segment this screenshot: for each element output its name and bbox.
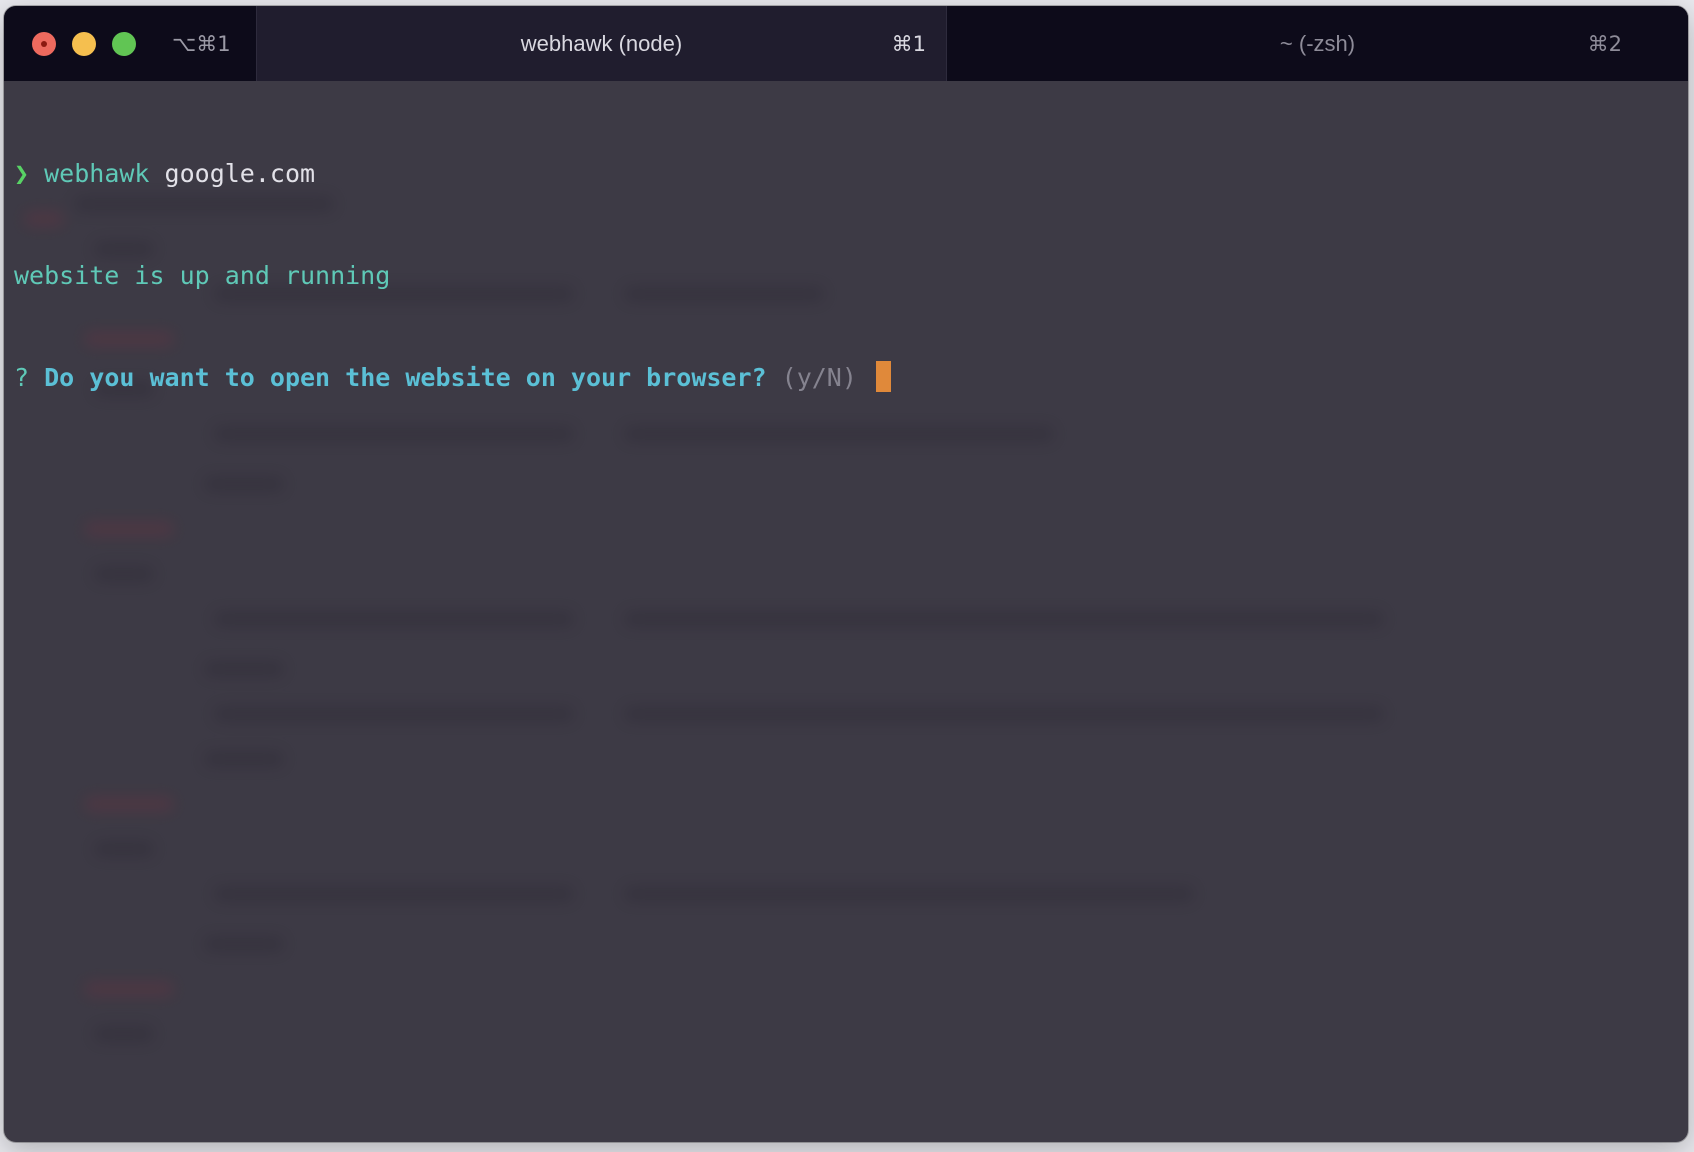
terminal-output[interactable]: ❯ webhawk google.com website is up and r… — [4, 81, 1688, 1142]
terminal-window: ⌥⌘1 webhawk (node) ⌘1 ~ (-zsh) ⌘2 ❯ webh… — [4, 6, 1688, 1142]
command-name: webhawk — [44, 159, 150, 188]
question-text: Do you want to open the website on your … — [44, 363, 767, 392]
window-shortcut-label: ⌥⌘1 — [172, 31, 231, 56]
tab-shortcut: ⌘1 — [891, 31, 926, 56]
command-argument: google.com — [164, 159, 316, 188]
question-mark: ? — [14, 363, 30, 392]
output-line: website is up and running — [14, 259, 1688, 293]
tab-shortcut: ⌘2 — [1587, 31, 1622, 56]
command-line: ❯ webhawk google.com — [14, 157, 1688, 191]
close-button[interactable] — [32, 31, 56, 56]
title-bar: ⌥⌘1 webhawk (node) ⌘1 ~ (-zsh) ⌘2 — [4, 6, 1688, 81]
status-output: website is up and running — [14, 261, 391, 290]
minimize-button[interactable] — [72, 31, 96, 56]
tab-webhawk-node[interactable]: webhawk (node) ⌘1 — [256, 6, 947, 81]
answer-hint: (y/N) — [781, 363, 857, 392]
window-controls: ⌥⌘1 — [4, 6, 256, 81]
question-line: ? Do you want to open the website on you… — [14, 361, 1688, 395]
prompt-symbol: ❯ — [14, 159, 30, 188]
text-cursor[interactable] — [875, 361, 891, 392]
tab-title: ~ (-zsh) — [1279, 30, 1356, 56]
tab-zsh[interactable]: ~ (-zsh) ⌘2 — [947, 6, 1688, 81]
zoom-button[interactable] — [112, 31, 136, 56]
tab-title: webhawk (node) — [520, 30, 683, 56]
